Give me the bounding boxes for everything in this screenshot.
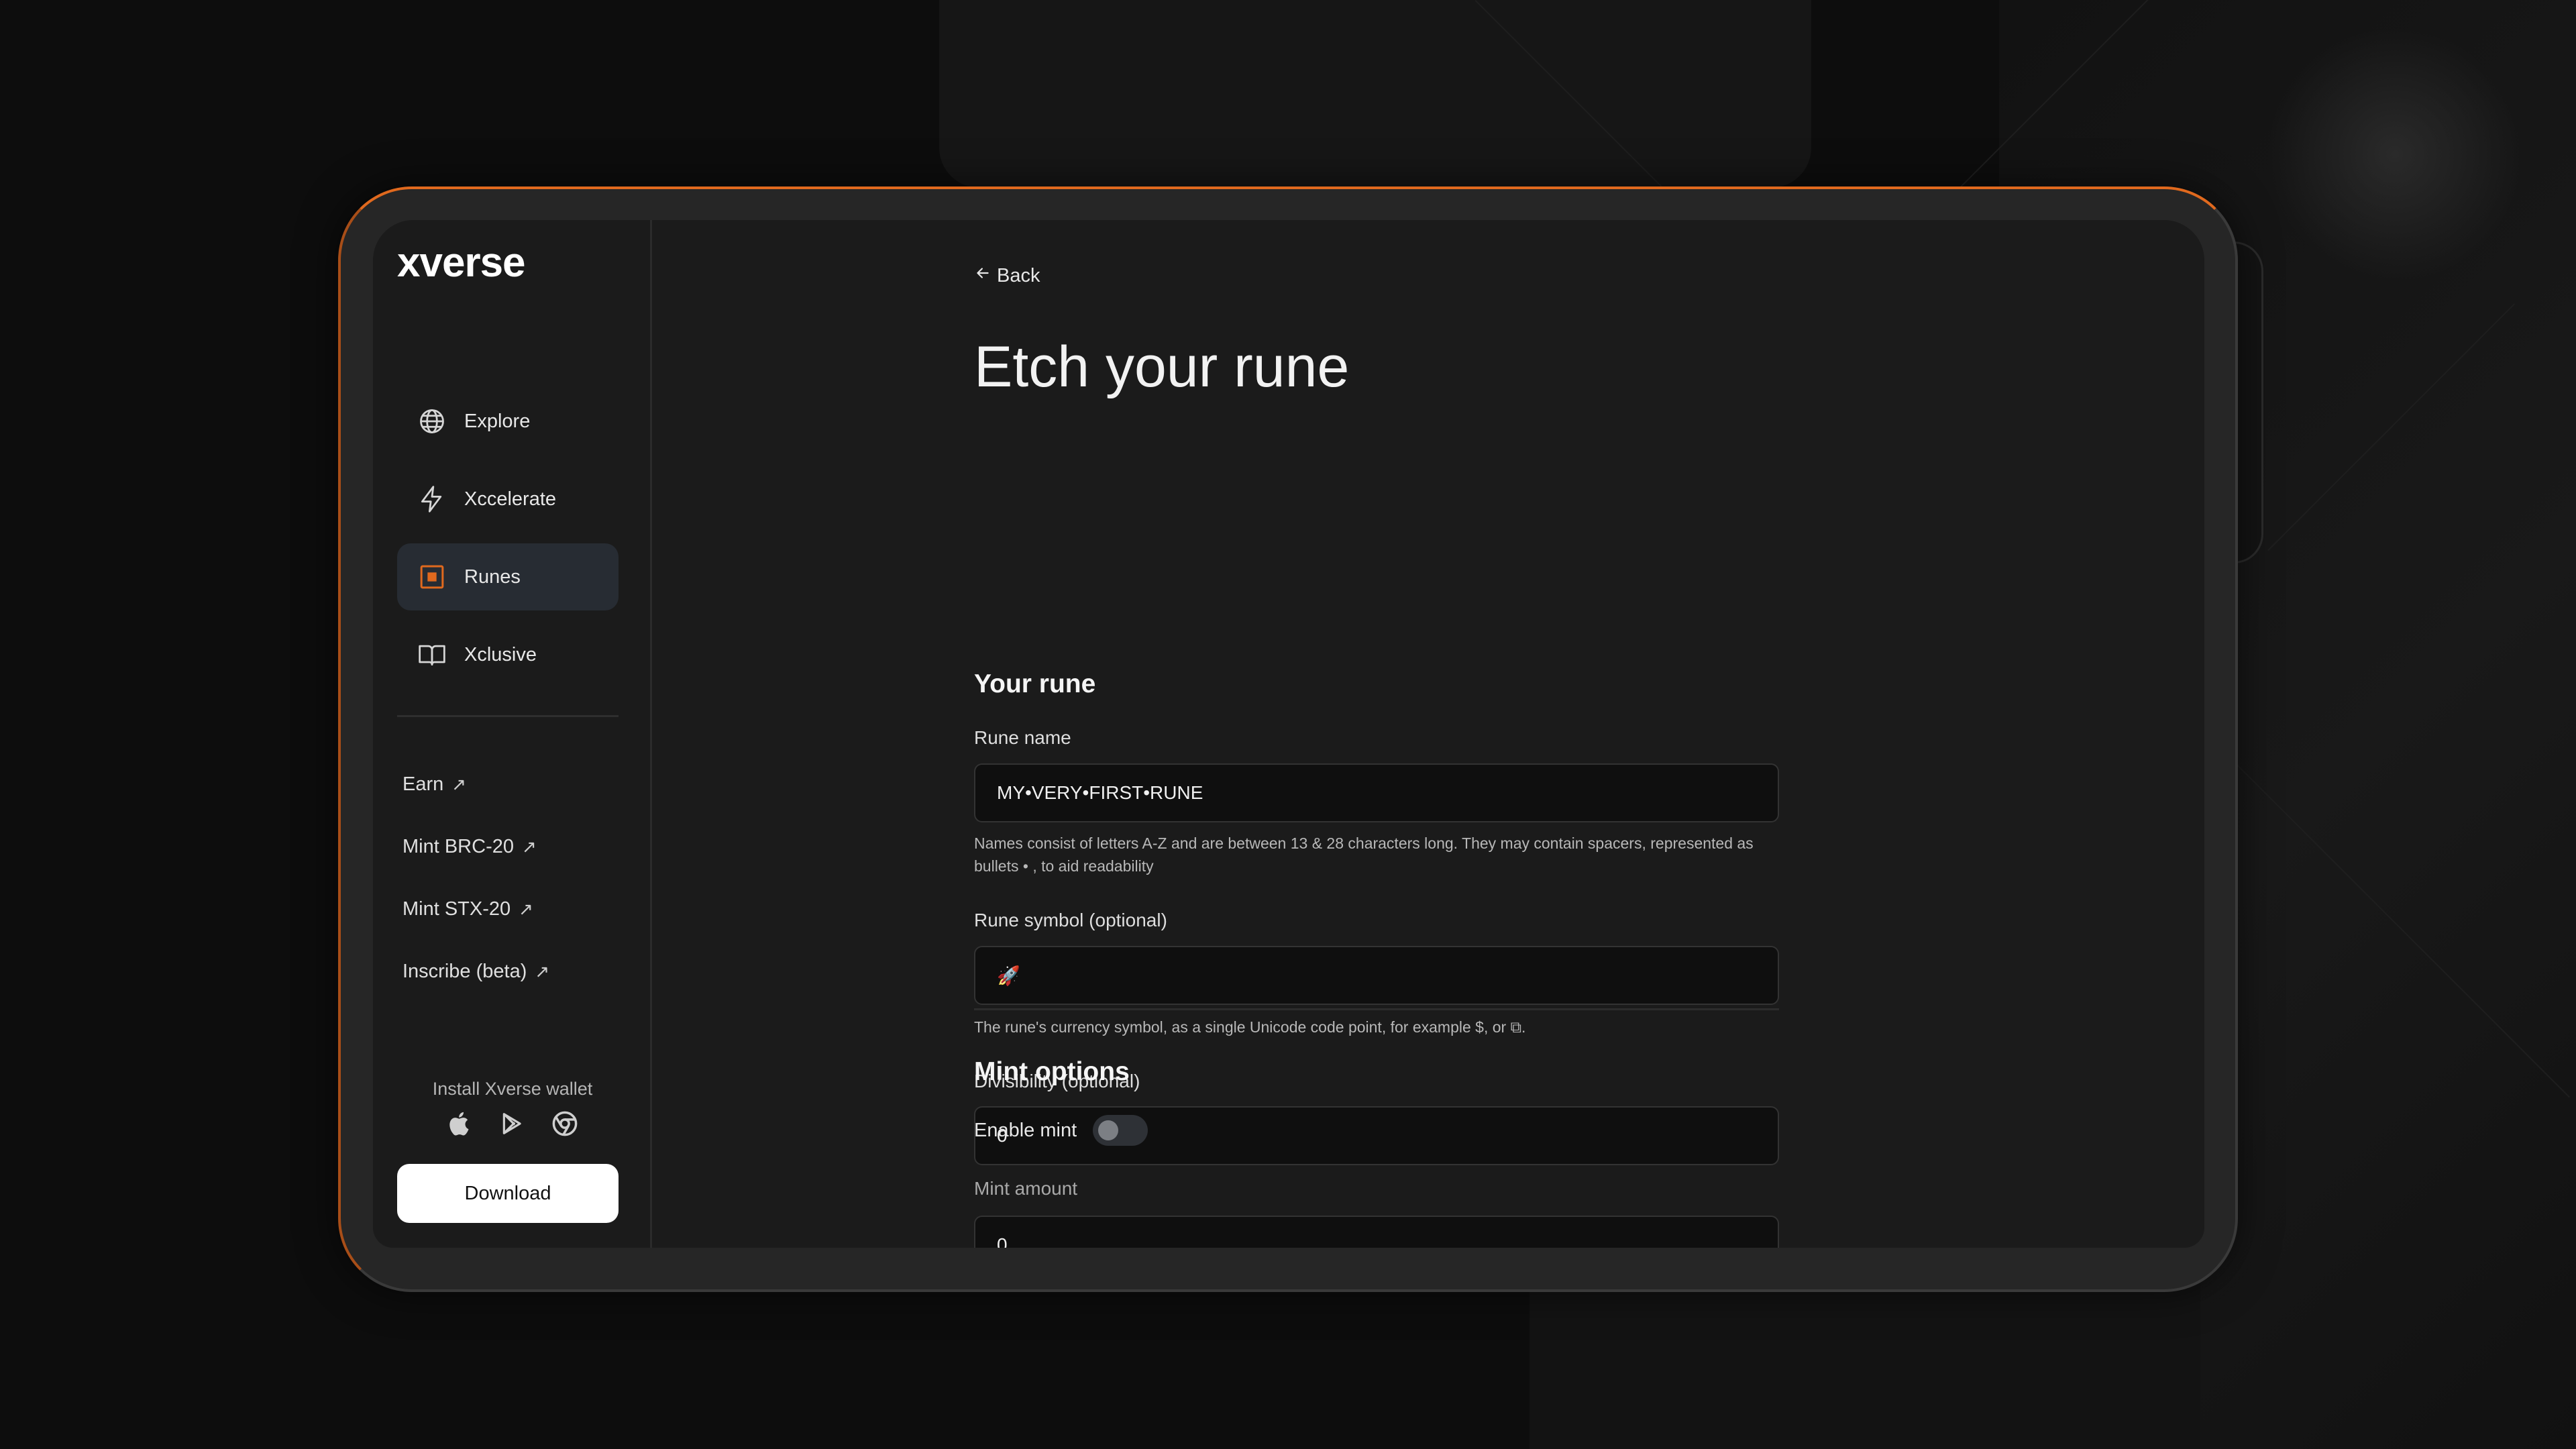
toggle-knob (1098, 1120, 1119, 1140)
lightning-icon (416, 483, 448, 515)
main-nav: Explore Xccelerate Runes Xclusive (397, 388, 619, 699)
sidebar: xverse Explore Xccelerate Runes Xclusive… (373, 220, 652, 1248)
nav-label: Runes (464, 566, 521, 588)
apple-icon[interactable] (445, 1109, 475, 1138)
xverse-logo[interactable]: xverse (397, 239, 526, 286)
enable-mint-toggle[interactable] (1093, 1115, 1148, 1146)
link-earn[interactable]: Earn ↗ (402, 753, 549, 816)
link-label: Mint BRC-20 (402, 836, 514, 857)
link-label: Earn (402, 773, 444, 795)
link-mint-stx20[interactable]: Mint STX-20 ↗ (402, 878, 549, 941)
external-links: Earn ↗ Mint BRC-20 ↗ Mint STX-20 ↗ Inscr… (402, 753, 549, 1003)
sidebar-divider (397, 715, 619, 717)
store-icons (445, 1109, 580, 1138)
google-play-icon[interactable] (498, 1109, 527, 1138)
background-glow (2267, 27, 2522, 282)
install-text: Install Xverse wallet (432, 1079, 593, 1099)
nav-item-xccelerate[interactable]: Xccelerate (397, 466, 619, 533)
nav-label: Explore (464, 410, 531, 432)
chrome-icon[interactable] (550, 1109, 580, 1138)
link-label: Inscribe (beta) (402, 961, 527, 982)
section-divider (974, 1008, 1779, 1010)
external-arrow-icon: ↗ (451, 774, 467, 794)
link-label: Mint STX-20 (402, 898, 511, 920)
section-title-mint-options: Mint options (974, 1057, 1130, 1086)
mint-amount-input[interactable]: 0 (974, 1216, 1779, 1248)
globe-icon (416, 405, 448, 437)
device-side-button (2234, 241, 2263, 564)
external-arrow-icon: ↗ (522, 837, 537, 857)
etch-form-lower: Mint options Enable mint Mint amount 0 (974, 220, 1779, 1248)
download-button[interactable]: Download (397, 1164, 619, 1223)
link-mint-brc20[interactable]: Mint BRC-20 ↗ (402, 816, 549, 878)
nav-label: Xclusive (464, 643, 537, 665)
external-arrow-icon: ↗ (535, 961, 550, 981)
background-panel (939, 0, 1811, 188)
nav-item-xclusive[interactable]: Xclusive (397, 621, 619, 688)
runes-square-icon (416, 561, 448, 593)
book-icon (416, 639, 448, 671)
external-arrow-icon: ↗ (519, 899, 533, 919)
mint-amount-value: 0 (997, 1234, 1008, 1248)
enable-mint-label: Enable mint (974, 1119, 1077, 1141)
mint-amount-label: Mint amount (974, 1178, 1078, 1199)
nav-label: Xccelerate (464, 488, 557, 510)
link-inscribe[interactable]: Inscribe (beta) ↗ (402, 941, 549, 1003)
nav-item-explore[interactable]: Explore (397, 388, 619, 455)
enable-mint-row: Enable mint (974, 1115, 1148, 1146)
nav-item-runes[interactable]: Runes (397, 543, 619, 610)
